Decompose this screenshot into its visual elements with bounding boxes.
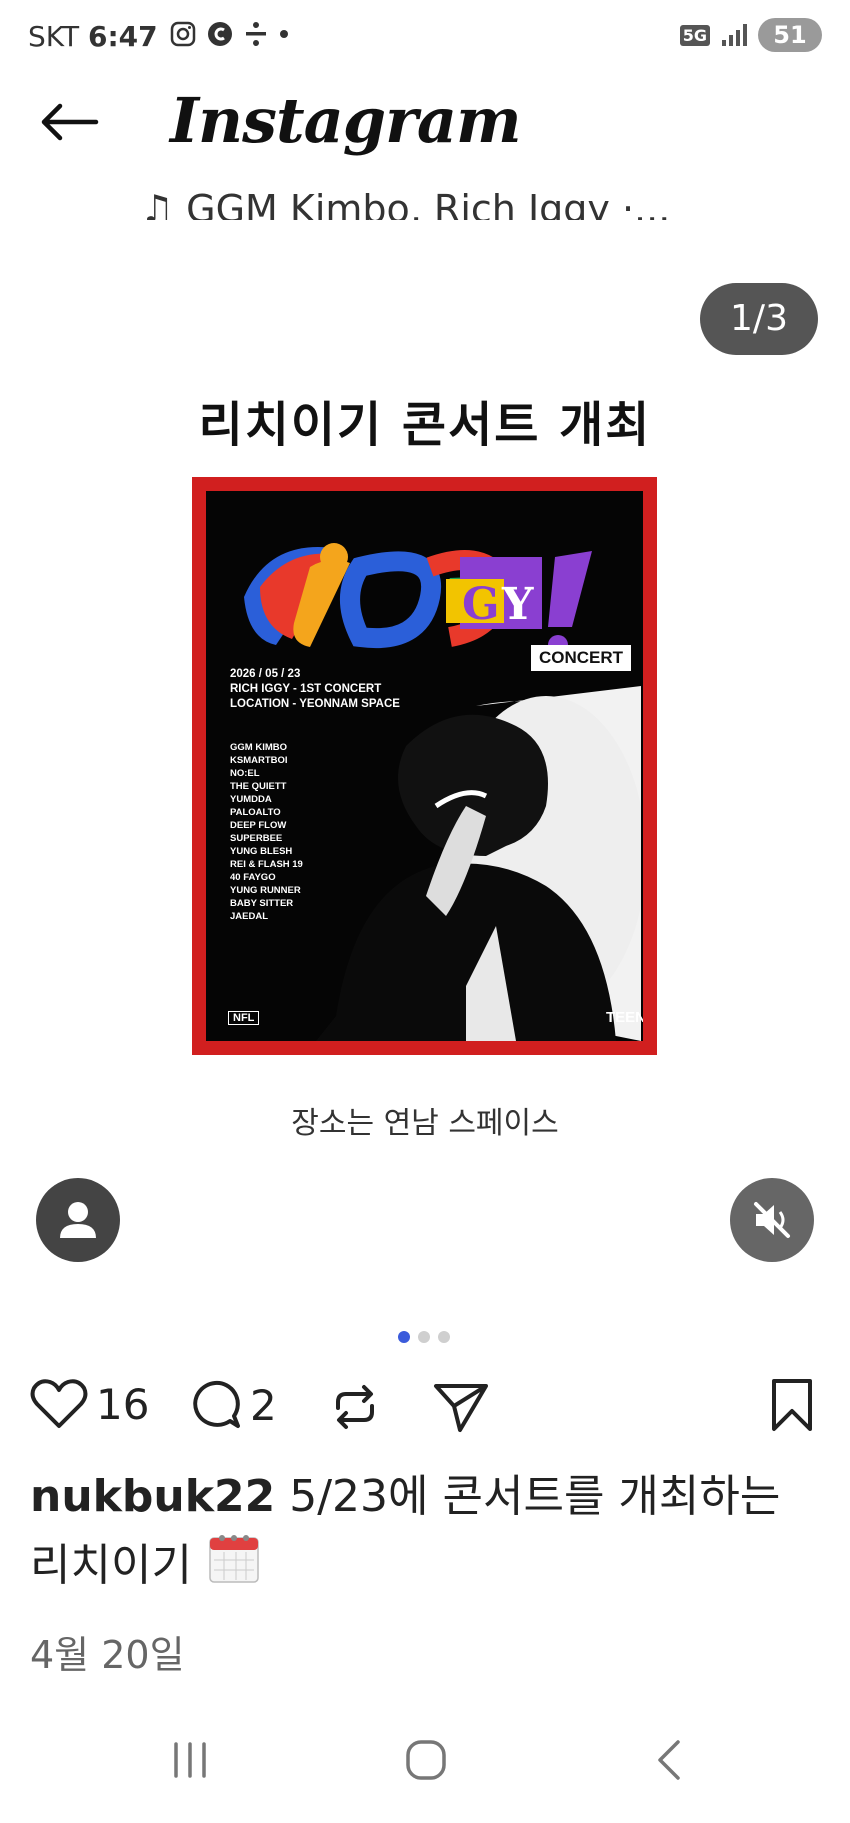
carrier-label: SKT [28,20,80,53]
teen-logo: TEEN [606,1009,643,1026]
nfl-logo: NFL [228,1011,260,1025]
heart-icon[interactable] [30,1378,88,1430]
back-arrow-icon[interactable] [38,102,100,142]
data-saver-icon [246,22,266,46]
mute-button[interactable] [730,1178,814,1262]
lineup-item: KSMARTBOI [230,755,288,766]
battery-indicator: 51 [758,18,822,52]
artist-photo [316,686,641,1041]
slide-counter: 1/3 [700,283,818,355]
status-bar-right: 5G 51 [679,18,822,52]
post-date: 4월 20일 [30,1633,185,1677]
comment-group[interactable]: 2 [188,1378,277,1432]
lineup-item: DEEP FLOW [230,820,287,831]
lineup-item: REI & FLASH 19 [230,859,303,870]
post-caption: nukbuk22 5/23에 콘서트를 개최하는 리치이기 [30,1464,830,1599]
concert-badge: CONCERT [531,645,632,671]
lineup-item: THE QUIETT [230,781,287,792]
svg-text:G: G [462,579,500,630]
lineup-item: SUPERBEE [230,833,283,844]
recent-apps-icon[interactable] [168,1738,212,1782]
carousel-dots [398,1331,450,1343]
username-link[interactable]: nukbuk22 [30,1471,275,1522]
poster-date: 2026 / 05 / 23 [230,668,301,680]
status-bar-carrier-time: SKT 6:47 [28,20,158,53]
poster-canvas: G Y CONCERT 2026 / 05 / 23 RICH IGGY - 1… [206,491,643,1041]
carousel-dot-active [398,1331,410,1343]
bookmark-icon[interactable] [768,1378,816,1432]
instagram-notification-icon [170,21,196,47]
lineup-item: BABY SITTER [230,898,294,909]
instagram-logo: Instagram [170,84,522,157]
concert-poster[interactable]: G Y CONCERT 2026 / 05 / 23 RICH IGGY - 1… [192,477,657,1055]
lineup-item: JAEDAL [230,911,269,922]
lineup-item: 40 FAYGO [230,872,276,883]
back-nav-icon[interactable] [648,1738,692,1782]
clock: 6:47 [87,20,158,53]
music-ticker-text: GGM Kimbo, Rich Iggy ·... [186,187,671,220]
comment-count[interactable]: 2 [250,1381,277,1430]
like-group[interactable]: 16 [30,1378,149,1430]
more-notifications-icon [280,30,288,38]
svg-text:Y: Y [501,579,534,630]
share-icon[interactable] [432,1380,490,1434]
comment-icon[interactable] [188,1378,242,1432]
network-icon: 5G [679,24,710,46]
lineup-item: YUMDDA [230,794,272,805]
like-count[interactable]: 16 [96,1380,149,1429]
notification-icons [170,20,290,48]
tagged-user-button[interactable] [36,1178,120,1262]
slide-title: 리치이기 콘서트 개최 [198,397,652,453]
signal-icon [722,24,747,46]
carousel-dot [418,1331,430,1343]
repost-icon[interactable] [328,1380,382,1434]
home-icon[interactable] [404,1738,448,1782]
threads-notification-icon [208,22,232,46]
music-note-icon: ♫ [140,187,187,220]
lineup-item: YUNG BLESH [230,846,293,857]
lineup-item: GGM KIMBO [230,742,287,753]
speaker-muted-icon [754,1202,790,1238]
user-icon [60,1202,96,1238]
music-ticker[interactable]: ♫ GGM Kimbo, Rich Iggy ·... [140,180,740,220]
lineup-item: PALOALTO [230,807,281,818]
carousel-dot [438,1331,450,1343]
slide-caption: 장소는 연남 스페이스 [291,1106,559,1141]
poster-lineup: GGM KIMBO KSMARTBOI NO:EL THE QUIETT YUM… [230,741,303,923]
lineup-item: NO:EL [230,768,260,779]
calendar-icon [209,1535,259,1583]
lineup-item: YUNG RUNNER [230,885,301,896]
